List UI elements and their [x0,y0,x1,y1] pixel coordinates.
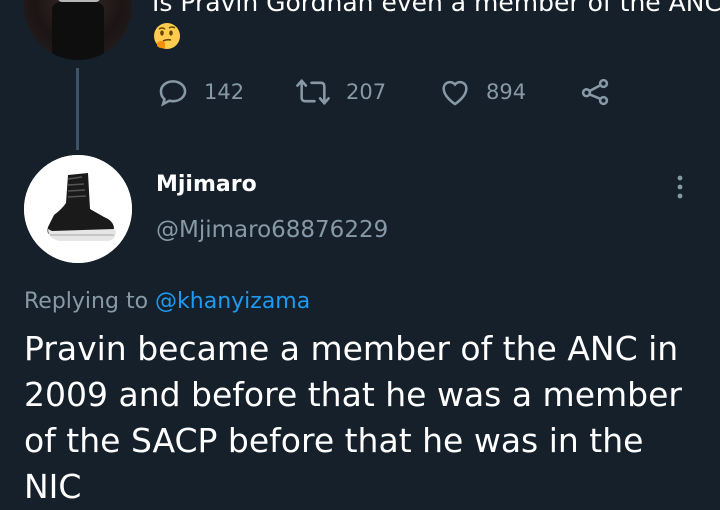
more-options-icon[interactable] [666,172,694,202]
avatar-necklace [58,0,100,2]
reply-author-name[interactable]: Mjimaro [156,172,257,197]
retweet-action[interactable]: 207 [294,72,386,112]
replying-to-line: Replying to @khanyizama [24,289,310,314]
reply-icon[interactable] [156,75,190,109]
previous-tweet-avatar[interactable] [24,0,132,60]
previous-tweet-text: Is Pravin Gordhan even a member of the A… [152,0,720,17]
replying-to-mention-link[interactable]: @khanyizama [155,289,310,314]
retweet-count: 207 [346,80,387,104]
share-action[interactable] [578,72,612,112]
replying-to-prefix: Replying to [24,289,149,314]
share-icon[interactable] [578,75,612,109]
tweet-action-bar: 142 207 894 [156,72,636,112]
like-action[interactable]: 894 [438,72,526,112]
like-count: 894 [486,80,527,104]
thinking-face-emoji [152,21,182,51]
reply-author-handle[interactable]: @Mjimaro68876229 [156,217,388,243]
like-icon[interactable] [438,75,472,109]
reply-count: 142 [204,80,245,104]
sneaker-image [24,155,132,263]
thread-connector-line [76,68,79,150]
reply-action[interactable]: 142 [156,72,244,112]
avatar-figure [52,2,104,60]
retweet-icon[interactable] [294,75,332,109]
reply-tweet-text: Pravin became a member of the ANC in 200… [24,329,682,506]
reply-author-avatar[interactable] [24,155,132,263]
